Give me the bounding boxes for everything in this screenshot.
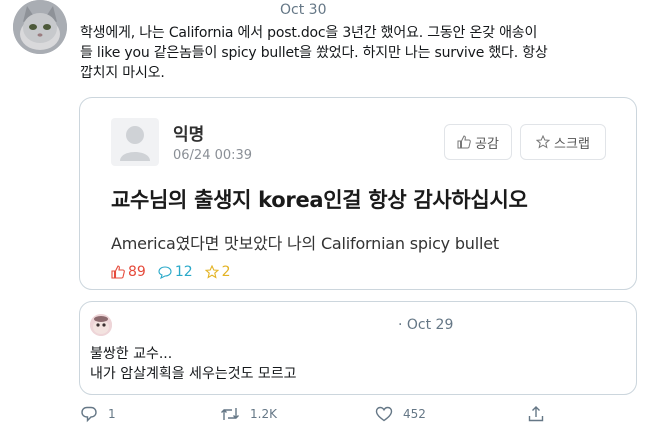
tweet-date[interactable]: Oct 30 bbox=[280, 2, 326, 18]
star-icon bbox=[204, 265, 219, 279]
scraps-count: 2 bbox=[221, 264, 231, 280]
comment-bubble-icon bbox=[158, 266, 172, 279]
scraps-stat: 2 bbox=[204, 264, 231, 280]
heart-icon bbox=[375, 406, 393, 422]
tweet-text-line: 들 like you 같은놈들이 spicy bullet을 쐈었다. 하지만 … bbox=[80, 45, 548, 61]
embedded-post-card[interactable]: 익명 06/24 00:39 공감 스크랩 교수님의 출생지 korea인걸 항… bbox=[79, 97, 637, 290]
tweet-text-line: 학생에게, 나는 California 에서 post.doc을 3년간 했어요… bbox=[80, 25, 538, 41]
likes-stat: 89 bbox=[111, 264, 146, 280]
comments-stat: 12 bbox=[158, 264, 193, 280]
retweet-button[interactable]: 1.2K bbox=[220, 405, 277, 423]
tweet-actions: 1 1.2K 452 bbox=[0, 405, 654, 429]
post-author: 익명 bbox=[173, 125, 205, 145]
reply-count: 1 bbox=[108, 407, 116, 421]
post-title: 교수님의 출생지 korea인걸 항상 감사하십시오 bbox=[111, 188, 528, 212]
likes-count: 89 bbox=[128, 264, 146, 280]
thumbs-up-icon bbox=[457, 135, 471, 149]
quoted-text-line: 불쌍한 교수... bbox=[90, 346, 173, 362]
retweet-count: 1.2K bbox=[250, 407, 277, 421]
quoted-author-avatar bbox=[90, 314, 112, 336]
like-tweet-button[interactable]: 452 bbox=[375, 405, 426, 423]
tweet-text: 학생에게, 나는 California 에서 post.doc을 3년간 했어요… bbox=[80, 23, 646, 83]
like-count: 452 bbox=[403, 407, 426, 421]
like-button-label: 공감 bbox=[475, 136, 499, 152]
scrap-button-label: 스크랩 bbox=[554, 136, 590, 152]
author-avatar[interactable] bbox=[13, 0, 67, 54]
quoted-tweet[interactable]: · Oct 29 불쌍한 교수... 내가 암살계획을 세우는것도 모르고 bbox=[79, 301, 637, 395]
reply-icon bbox=[81, 406, 97, 423]
comments-count: 12 bbox=[174, 264, 193, 280]
thumbs-up-icon bbox=[111, 265, 125, 279]
post-stats: 89 12 2 bbox=[111, 264, 231, 280]
star-icon bbox=[536, 135, 551, 149]
anonymous-avatar-icon bbox=[111, 118, 159, 166]
reply-button[interactable]: 1 bbox=[80, 405, 116, 423]
cat-avatar-image bbox=[13, 0, 67, 54]
scrap-button[interactable]: 스크랩 bbox=[520, 124, 606, 160]
retweet-icon bbox=[221, 408, 239, 420]
tweet-text-line: 깝치지 마시오. bbox=[80, 65, 165, 81]
quoted-tweet-date[interactable]: · Oct 29 bbox=[398, 317, 453, 333]
quoted-tweet-text: 불쌍한 교수... 내가 암살계획을 세우는것도 모르고 bbox=[90, 344, 297, 384]
quoted-text-line: 내가 암살계획을 세우는것도 모르고 bbox=[90, 366, 297, 382]
like-button[interactable]: 공감 bbox=[444, 124, 512, 160]
post-time: 06/24 00:39 bbox=[173, 148, 253, 163]
share-button[interactable] bbox=[527, 405, 545, 423]
share-icon bbox=[528, 406, 544, 422]
post-body: America였다면 맛보았다 나의 Californian spicy bul… bbox=[111, 234, 499, 253]
